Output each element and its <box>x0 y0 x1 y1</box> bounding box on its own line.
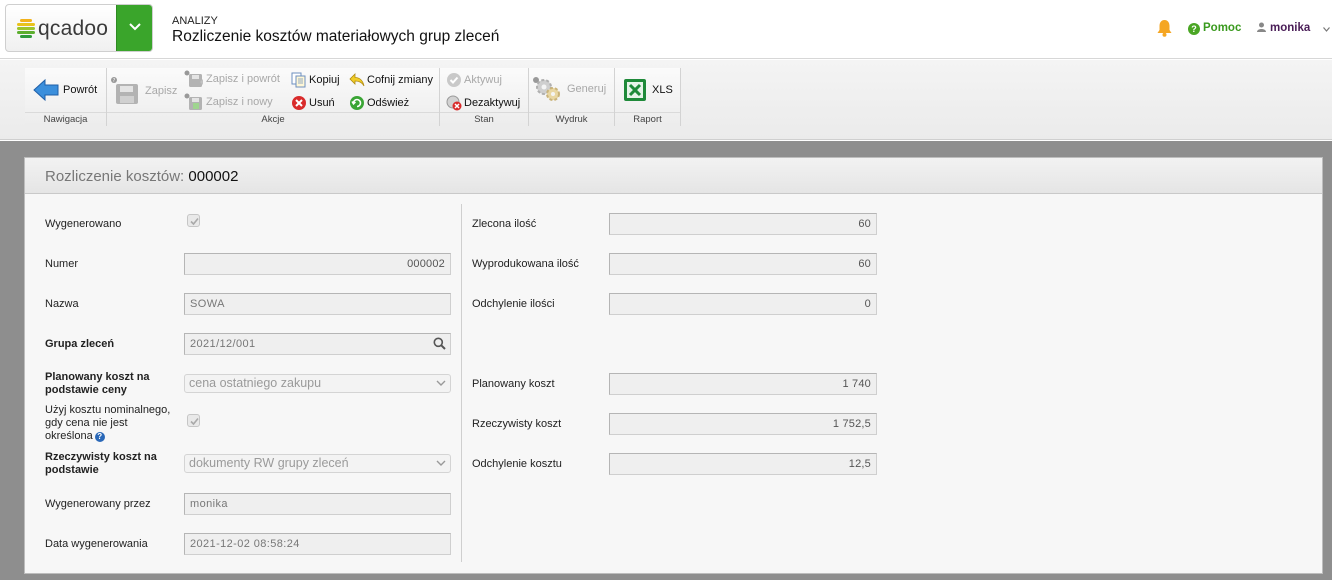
refresh-button[interactable]: Odśwież <box>349 95 409 111</box>
actual-cost-field[interactable]: 1 752,5 <box>609 413 877 435</box>
page-title: Rozliczenie kosztów materiałowych grup z… <box>172 28 500 45</box>
panel-header: Rozliczenie kosztów: 000002 <box>25 158 1322 194</box>
chevron-down-icon <box>129 23 141 31</box>
planned-cost-field[interactable]: 1 740 <box>609 373 877 395</box>
cost-deviation-field[interactable]: 12,5 <box>609 453 877 475</box>
ordered-qty-label: Zlecona ilość <box>472 218 537 230</box>
app-logo-menu[interactable]: qcadoo <box>5 4 153 52</box>
generate-gears-icon <box>533 77 560 101</box>
order-group-lookup[interactable]: 2021/12/001 <box>184 333 451 355</box>
produced-qty-label: Wyprodukowana ilość <box>472 258 579 270</box>
save-button[interactable]: ? Zapisz <box>110 76 177 106</box>
back-arrow-icon <box>33 78 59 102</box>
number-field[interactable]: 000002 <box>184 253 451 275</box>
use-nominal-cost-checkbox[interactable] <box>187 414 200 427</box>
search-icon[interactable] <box>433 337 446 350</box>
svg-text:?: ? <box>113 78 116 84</box>
name-field[interactable]: SOWA <box>184 293 451 315</box>
save-and-back-button[interactable]: Zapisz i powrót <box>184 70 280 88</box>
generate-button[interactable]: Generuj <box>532 76 606 102</box>
delete-button[interactable]: Usuń <box>291 95 335 111</box>
help-icon: ? <box>1188 23 1200 35</box>
ribbon-group-state: Aktywuj Dezaktywuj Stan <box>440 68 529 126</box>
qcadoo-logo-icon <box>17 19 35 38</box>
help-tooltip-icon[interactable]: ? <box>94 432 105 442</box>
main-menu-toggle[interactable] <box>116 5 152 51</box>
undo-changes-button[interactable]: Cofnij zmiany <box>349 72 433 88</box>
generated-date-label: Data wygenerowania <box>45 538 148 550</box>
generated-by-label: Wygenerowany przez <box>45 498 151 510</box>
produced-qty-field[interactable]: 60 <box>609 253 877 275</box>
logo-text: qcadoo <box>38 17 109 40</box>
ribbon-group-navigation: Powrót Nawigacja <box>25 68 107 126</box>
undo-icon <box>349 73 365 87</box>
checkmark-icon <box>190 417 199 426</box>
use-nominal-cost-label: Użyj kosztu nominalnego, gdy cena nie je… <box>45 404 171 442</box>
cost-deviation-label: Odchylenie kosztu <box>472 458 562 470</box>
ordered-qty-field[interactable]: 60 <box>609 213 877 235</box>
qty-deviation-field[interactable]: 0 <box>609 293 877 315</box>
panel-title: Rozliczenie kosztów: 000002 <box>45 168 239 185</box>
excel-icon <box>624 79 646 101</box>
generated-checkbox[interactable] <box>187 214 200 227</box>
order-group-label: Grupa zleceń <box>45 338 115 350</box>
breadcrumb-section: ANALIZY <box>172 15 218 27</box>
ribbon-group-actions: ? Zapisz Zapisz i powrót Zapisz i nowy K… <box>107 68 440 126</box>
column-divider <box>461 204 462 562</box>
top-header: qcadoo ANALIZY Rozliczenie kosztów mater… <box>0 0 1332 59</box>
number-label: Numer <box>45 258 79 270</box>
chevron-down-icon <box>436 460 446 466</box>
planned-cost-label: Planowany koszt <box>472 378 555 390</box>
planned-basis-select[interactable]: cena ostatniego zakupu <box>184 374 451 393</box>
save-and-new-button[interactable]: Zapisz i nowy <box>184 93 273 111</box>
ribbon-group-report: XLS Raport <box>615 68 681 126</box>
deactivate-button[interactable]: Dezaktywuj <box>446 95 520 111</box>
refresh-icon <box>350 96 364 110</box>
ribbon-area: Powrót Nawigacja ? Zapisz Zapisz i powró… <box>0 60 1332 140</box>
generated-by-field[interactable]: monika <box>184 493 451 515</box>
notifications-bell-icon[interactable] <box>1156 19 1173 37</box>
actual-cost-label: Rzeczywisty koszt <box>472 418 562 430</box>
help-link[interactable]: ? Pomoc <box>1188 22 1241 35</box>
form-panel: Rozliczenie kosztów: 000002 Wygenerowano… <box>24 157 1323 574</box>
user-menu[interactable]: monika <box>1257 22 1310 34</box>
name-label: Nazwa <box>45 298 79 310</box>
activate-icon <box>447 73 461 87</box>
delete-icon <box>292 96 306 110</box>
activate-button[interactable]: Aktywuj <box>446 72 502 88</box>
chevron-down-icon[interactable] <box>1323 27 1330 32</box>
actual-basis-label: Rzeczywisty koszt na podstawie <box>45 451 157 476</box>
user-icon <box>1257 22 1266 32</box>
ribbon-group-print: Generuj Wydruk <box>529 68 615 126</box>
generated-label: Wygenerowano <box>45 218 122 230</box>
planned-basis-label: Planowany koszt na podstawie ceny <box>45 371 150 396</box>
save-back-icon <box>184 70 203 87</box>
copy-icon <box>291 72 306 88</box>
save-new-icon <box>184 93 202 110</box>
checkmark-icon <box>190 217 199 226</box>
save-disk-icon: ? <box>111 77 138 104</box>
actual-basis-select[interactable]: dokumenty RW grupy zleceń <box>184 454 451 473</box>
export-xls-button[interactable]: XLS <box>623 78 673 102</box>
chevron-down-icon <box>436 380 446 386</box>
back-button[interactable]: Powrót <box>33 78 97 102</box>
ribbon: Powrót Nawigacja ? Zapisz Zapisz i powró… <box>25 68 681 126</box>
deactivate-icon <box>446 95 462 111</box>
qty-deviation-label: Odchylenie ilości <box>472 298 555 310</box>
copy-button[interactable]: Kopiuj <box>291 72 340 88</box>
generated-date-field[interactable]: 2021-12-02 08:58:24 <box>184 533 451 555</box>
